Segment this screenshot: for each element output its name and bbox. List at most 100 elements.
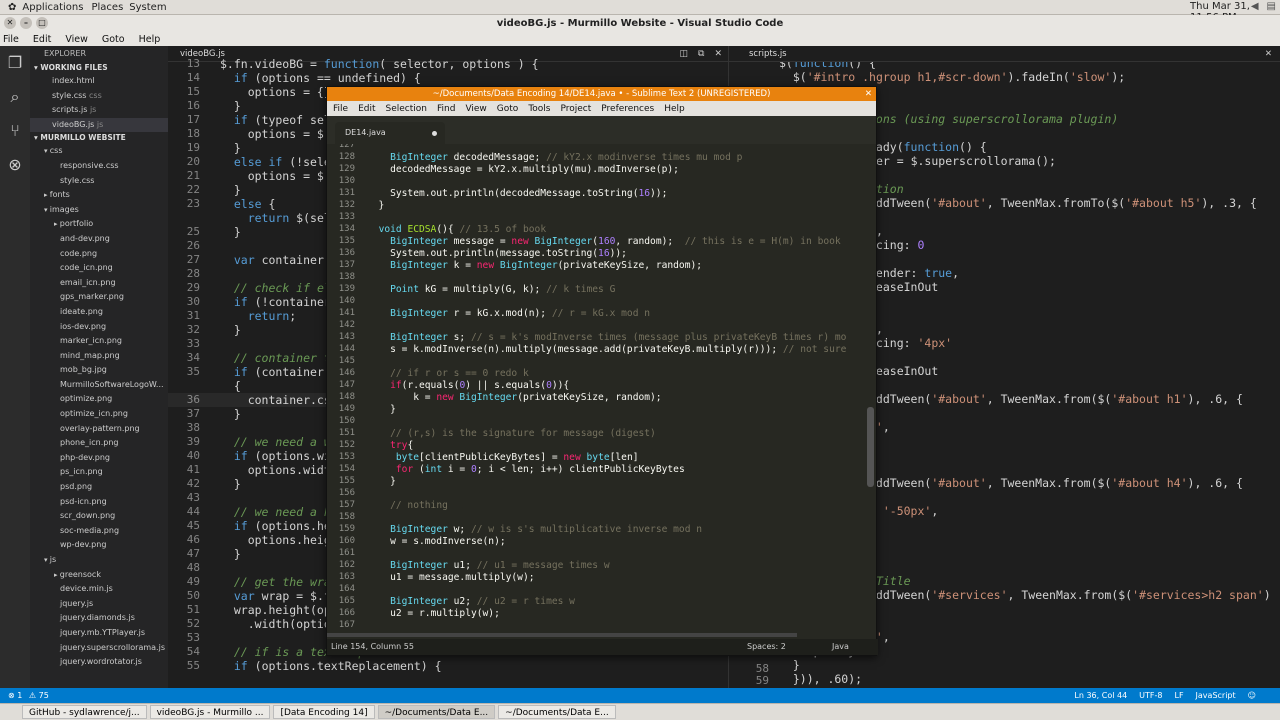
sublime-menu-help[interactable]: Help (664, 104, 685, 114)
line-number: 164 (338, 584, 355, 594)
menu-help[interactable]: Help (139, 34, 161, 45)
tree-item[interactable]: phone_icn.png (30, 436, 168, 451)
line-number: 147 (338, 380, 355, 390)
sublime-menu-edit[interactable]: Edit (358, 104, 375, 114)
git-icon[interactable]: ⑂ (0, 114, 30, 148)
menu-file[interactable]: File (3, 34, 19, 45)
working-files-header[interactable]: ▾ WORKING FILES (30, 62, 168, 74)
tree-item[interactable]: marker_icn.png (30, 334, 168, 349)
open-changes-icon[interactable]: ⧉ (698, 46, 704, 62)
tree-item[interactable]: style.css (30, 174, 168, 189)
vs-cursor-position[interactable]: Ln 36, Col 44 (1074, 688, 1127, 703)
tree-item[interactable]: psd-icn.png (30, 495, 168, 510)
tree-item[interactable]: email_icn.png (30, 276, 168, 291)
menu-goto[interactable]: Goto (102, 34, 125, 45)
split-editor-icon[interactable]: ◫ (680, 46, 689, 62)
sublime-menu-project[interactable]: Project (560, 104, 591, 114)
tree-item[interactable]: ▾ js (30, 553, 168, 568)
tree-item[interactable]: jquery.mb.YTPlayer.js (30, 626, 168, 641)
sublime-menu-file[interactable]: File (333, 104, 348, 114)
project-header[interactable]: ▾ MURMILLO WEBSITE (30, 132, 168, 144)
tree-item[interactable]: jquery.wordrotator.js (30, 655, 168, 670)
sublime-menu-tools[interactable]: Tools (528, 104, 550, 114)
tree-item[interactable]: gps_marker.png (30, 290, 168, 305)
taskbar-window-button[interactable]: GitHub - sydlawrence/j... (22, 705, 147, 719)
tree-item[interactable]: ios-dev.png (30, 320, 168, 335)
tree-item[interactable]: ▾ images (30, 203, 168, 218)
close-editor-icon[interactable]: ✕ (714, 46, 722, 62)
warning-icon[interactable]: ⚠ (29, 691, 36, 700)
sublime-menu-view[interactable]: View (465, 104, 486, 114)
smiley-icon[interactable]: ☺ (1248, 688, 1256, 703)
sublime-menu-preferences[interactable]: Preferences (601, 104, 654, 114)
taskbar-window-button[interactable]: [Data Encoding 14] (273, 705, 375, 719)
indent-setting[interactable]: Spaces: 2 (747, 639, 786, 655)
sublime-vertical-scrollbar[interactable] (867, 407, 874, 487)
debug-icon[interactable]: ⊗ (0, 148, 30, 182)
tree-item[interactable]: ps_icn.png (30, 465, 168, 480)
tree-item[interactable]: soc-media.png (30, 524, 168, 539)
sublime-menu-find[interactable]: Find (437, 104, 455, 114)
search-icon[interactable]: ⌕ (0, 80, 30, 114)
close-editor-icon[interactable]: ✕ (1265, 46, 1272, 62)
tree-item[interactable]: ▾ css (30, 144, 168, 159)
tree-item[interactable]: mind_map.png (30, 349, 168, 364)
tree-item[interactable]: device.min.js (30, 582, 168, 597)
sublime-code-area[interactable]: 127 128 BigInteger decodedMessage; // kY2… (327, 144, 878, 641)
syntax-setting[interactable]: Java (832, 639, 849, 655)
editor-tab-scripts[interactable]: scripts.js ✕ (729, 46, 1280, 62)
tree-item[interactable]: ▸ portfolio (30, 217, 168, 232)
tree-item[interactable]: optimize.png (30, 392, 168, 407)
tree-item[interactable]: jquery.js (30, 597, 168, 612)
tree-item[interactable]: jquery.diamonds.js (30, 611, 168, 626)
taskbar-window-button[interactable]: videoBG.js - Murmillo ... (149, 705, 271, 719)
tree-item[interactable]: ideate.png (30, 305, 168, 320)
tree-item[interactable]: overlay-pattern.png (30, 422, 168, 437)
tree-item[interactable]: php-dev.png (30, 451, 168, 466)
taskbar-window-button[interactable]: ~/Documents/Data E... (498, 705, 616, 719)
sublime-close-icon[interactable]: ✕ (865, 87, 872, 101)
tree-item[interactable]: code.png (30, 247, 168, 262)
working-file-item[interactable]: videoBG.js js (30, 117, 168, 133)
error-icon[interactable]: ⊗ (8, 691, 15, 700)
menu-system[interactable]: System (129, 2, 166, 13)
tree-item[interactable]: ▸ greensock (30, 568, 168, 583)
files-icon[interactable]: ❐ (0, 46, 30, 80)
gnome-foot-icon[interactable]: ✿ (8, 2, 16, 13)
sublime-horizontal-scrollbar[interactable] (327, 633, 797, 637)
menu-edit[interactable]: Edit (33, 34, 51, 45)
maximize-window-icon[interactable]: □ (36, 17, 48, 29)
menu-places[interactable]: Places (91, 2, 123, 13)
menu-view[interactable]: View (65, 34, 88, 45)
sublime-menu-selection[interactable]: Selection (386, 104, 427, 114)
tree-item-label: jquery.superscrollorama.js (60, 642, 165, 652)
sublime-tab-de14[interactable]: DE14.java (335, 122, 445, 144)
tree-item[interactable]: mob_bg.jpg (30, 363, 168, 378)
line-number: 144 (338, 344, 355, 354)
vs-language[interactable]: JavaScript (1196, 688, 1236, 703)
volume-icon[interactable]: ◀ (1251, 1, 1259, 12)
sublime-menu-goto[interactable]: Goto (497, 104, 519, 114)
network-icon[interactable]: ▤ (1267, 1, 1276, 12)
tree-item[interactable]: code_icn.png (30, 261, 168, 276)
tree-item[interactable]: scr_down.png (30, 509, 168, 524)
line-number: 165 (338, 596, 355, 606)
menu-applications[interactable]: Applications (22, 2, 83, 13)
working-file-item[interactable]: index.html (30, 74, 168, 89)
tree-item[interactable]: and-dev.png (30, 232, 168, 247)
tree-item[interactable]: ▸ fonts (30, 188, 168, 203)
close-window-icon[interactable]: ✕ (4, 17, 16, 29)
vs-encoding[interactable]: UTF-8 (1139, 688, 1162, 703)
tree-item[interactable]: jquery.superscrollorama.js (30, 641, 168, 656)
taskbar-window-button[interactable]: ~/Documents/Data E... (377, 705, 496, 719)
working-file-hint: css (86, 90, 102, 100)
tree-item[interactable]: wp-dev.png (30, 538, 168, 553)
working-file-item[interactable]: style.css css (30, 89, 168, 104)
tree-item[interactable]: optimize_icn.png (30, 407, 168, 422)
tree-item[interactable]: MurmilloSoftwareLogoW... (30, 378, 168, 393)
tree-item[interactable]: psd.png (30, 480, 168, 495)
working-file-item[interactable]: scripts.js js (30, 103, 168, 118)
tree-item[interactable]: responsive.css (30, 159, 168, 174)
minimize-window-icon[interactable]: – (20, 17, 32, 29)
vs-eol[interactable]: LF (1174, 688, 1183, 703)
